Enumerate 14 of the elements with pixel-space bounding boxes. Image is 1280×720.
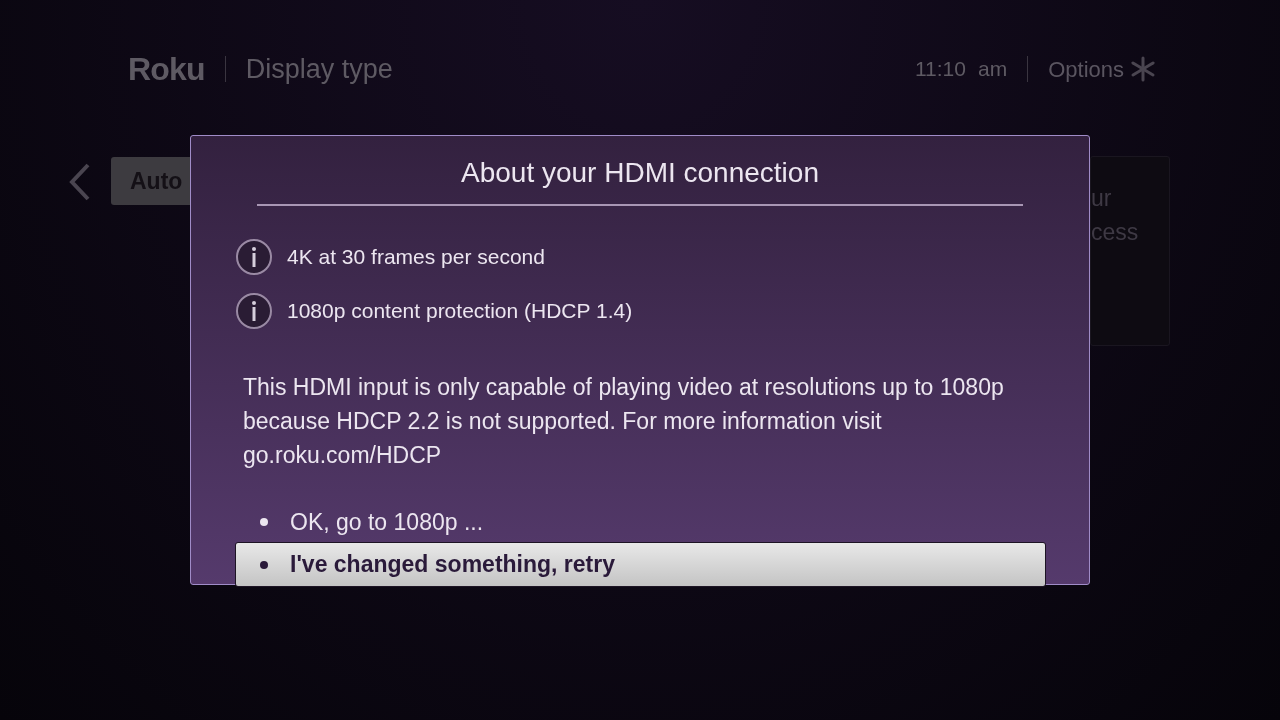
option-item[interactable]: OK, go to 1080p ... bbox=[235, 502, 1046, 542]
clock-time: 11:10 bbox=[915, 56, 966, 83]
info-icon bbox=[235, 238, 273, 276]
message-text: This HDMI input is only capable of playing video at resolutions up to 1080p because HDCP 2.2 is not supported. For more information visit go.roku.com/HDCP bbox=[243, 373, 1005, 470]
dialog-title: About your HDMI connection bbox=[257, 152, 1023, 206]
logo: Roku bbox=[128, 50, 205, 89]
info-icon bbox=[235, 292, 273, 330]
page-title: Display type bbox=[245, 52, 393, 86]
clock-meridiem: am bbox=[978, 56, 1008, 83]
option-item[interactable]: I've changed something, retry bbox=[235, 542, 1046, 587]
back-chevron-icon[interactable] bbox=[68, 163, 92, 201]
info-text: 4K at 30 frames per second bbox=[287, 244, 545, 271]
info-text: 1080p content protection (HDCP 1.4) bbox=[287, 298, 633, 325]
asterisk-icon bbox=[1130, 56, 1156, 82]
